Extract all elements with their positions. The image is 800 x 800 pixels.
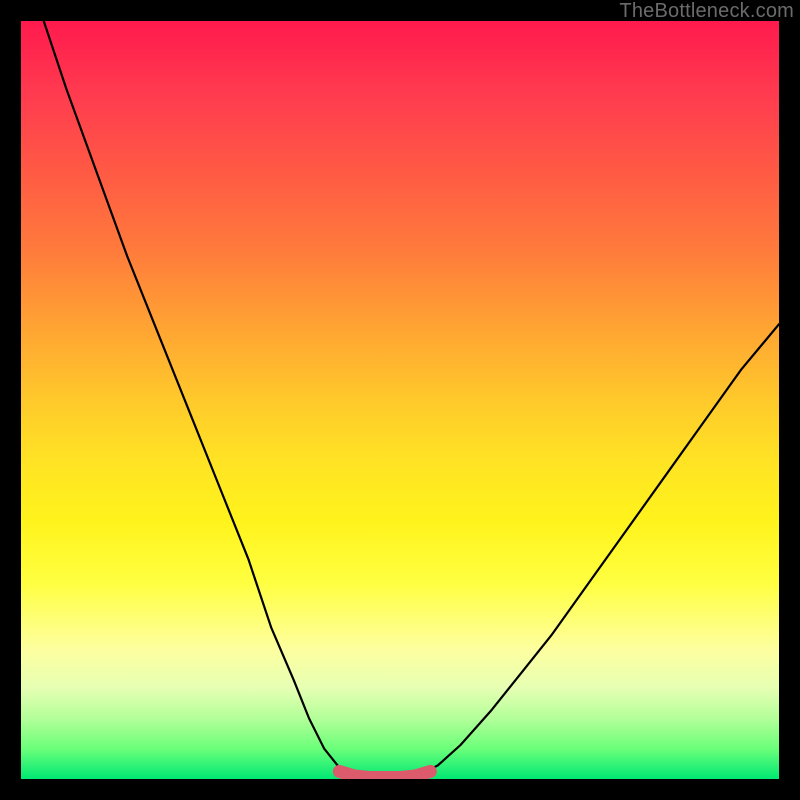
right-curve-line <box>419 324 779 775</box>
chart-svg <box>21 21 779 779</box>
left-curve-line <box>44 21 351 775</box>
chart-plot-area <box>21 21 779 779</box>
watermark-text: TheBottleneck.com <box>619 0 794 23</box>
valley-accent-line <box>339 771 430 777</box>
